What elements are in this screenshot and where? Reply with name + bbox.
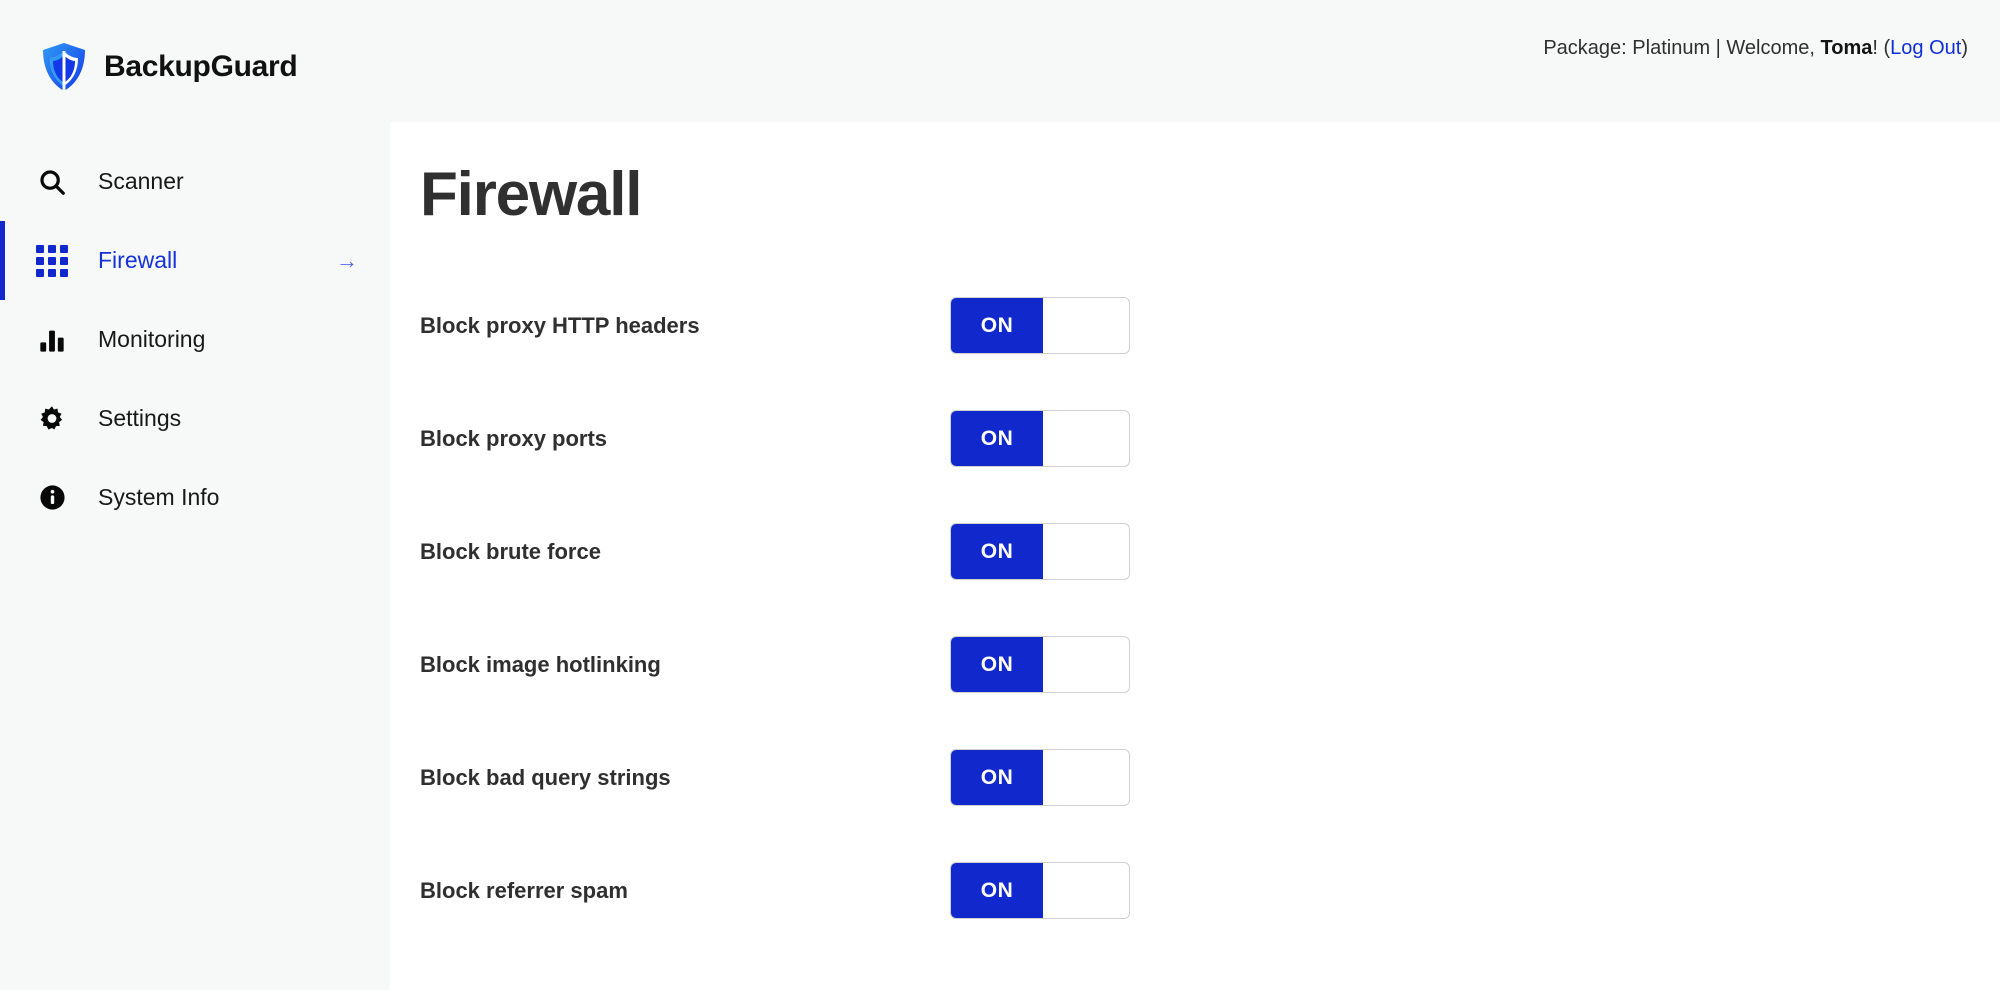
setting-label: Block proxy HTTP headers	[420, 297, 950, 337]
info-icon	[34, 480, 70, 516]
toggle-block-proxy-http-headers[interactable]: ON	[950, 297, 1130, 354]
shield-icon	[40, 42, 88, 92]
toggle-state-label: ON	[981, 880, 1014, 901]
toggle-knob: ON	[951, 298, 1043, 353]
sidebar-item-firewall[interactable]: Firewall →	[0, 221, 390, 300]
gear-icon	[34, 401, 70, 437]
main-content: Firewall Block proxy HTTP headers ON Blo…	[390, 122, 2000, 990]
setting-label: Block image hotlinking	[420, 636, 950, 676]
arrow-right-icon: →	[336, 250, 358, 272]
top-header: BackupGuard Package: Platinum | Welcome,…	[0, 0, 2000, 122]
toggle-block-referrer-spam[interactable]: ON	[950, 862, 1130, 919]
page-title: Firewall	[420, 162, 2000, 227]
toggle-knob: ON	[951, 637, 1043, 692]
setting-label: Block bad query strings	[420, 749, 950, 789]
sidebar-item-label: Monitoring	[98, 328, 205, 351]
firewall-settings-list: Block proxy HTTP headers ON Block proxy …	[390, 297, 2000, 975]
app-root: BackupGuard Package: Platinum | Welcome,…	[0, 0, 2000, 990]
setting-label: Block proxy ports	[420, 410, 950, 450]
toggle-knob: ON	[951, 524, 1043, 579]
package-welcome-text: Package: Platinum | Welcome,	[1543, 37, 1820, 59]
setting-row: Block proxy ports ON	[420, 410, 2000, 523]
sidebar-item-settings[interactable]: Settings	[0, 379, 390, 458]
grid-icon	[34, 243, 70, 279]
user-name: Toma	[1821, 37, 1873, 59]
setting-row: Block image hotlinking ON	[420, 636, 2000, 749]
toggle-knob: ON	[951, 863, 1043, 918]
log-out-link[interactable]: Log Out	[1890, 37, 1961, 59]
toggle-state-label: ON	[981, 428, 1014, 449]
setting-label: Block referrer spam	[420, 862, 950, 902]
toggle-block-brute-force[interactable]: ON	[950, 523, 1130, 580]
toggle-block-image-hotlinking[interactable]: ON	[950, 636, 1130, 693]
toggle-knob: ON	[951, 750, 1043, 805]
toggle-state-label: ON	[981, 541, 1014, 562]
sidebar-item-label: Settings	[98, 407, 181, 430]
toggle-block-proxy-ports[interactable]: ON	[950, 410, 1130, 467]
toggle-state-label: ON	[981, 654, 1014, 675]
sidebar-item-label: System Info	[98, 486, 219, 509]
toggle-block-bad-query-strings[interactable]: ON	[950, 749, 1130, 806]
brand-name: BackupGuard	[104, 52, 297, 82]
account-info: Package: Platinum | Welcome, Toma! (Log …	[1543, 38, 1968, 58]
welcome-close-paren: )	[1961, 37, 1968, 59]
sidebar-item-monitoring[interactable]: Monitoring	[0, 300, 390, 379]
brand: BackupGuard	[40, 42, 297, 92]
bar-chart-icon	[34, 322, 70, 358]
setting-row: Block brute force ON	[420, 523, 2000, 636]
sidebar: Scanner Firewall → Monitoring	[0, 122, 390, 990]
toggle-state-label: ON	[981, 767, 1014, 788]
toggle-state-label: ON	[981, 315, 1014, 336]
setting-row: Block proxy HTTP headers ON	[420, 297, 2000, 410]
setting-row: Block referrer spam ON	[420, 862, 2000, 975]
sidebar-item-label: Firewall	[98, 249, 177, 272]
setting-row: Block bad query strings ON	[420, 749, 2000, 862]
sidebar-item-scanner[interactable]: Scanner	[0, 142, 390, 221]
sidebar-item-system-info[interactable]: System Info	[0, 458, 390, 537]
setting-label: Block brute force	[420, 523, 950, 563]
search-icon	[34, 164, 70, 200]
toggle-knob: ON	[951, 411, 1043, 466]
sidebar-item-label: Scanner	[98, 170, 184, 193]
welcome-suffix: ! (	[1872, 37, 1890, 59]
